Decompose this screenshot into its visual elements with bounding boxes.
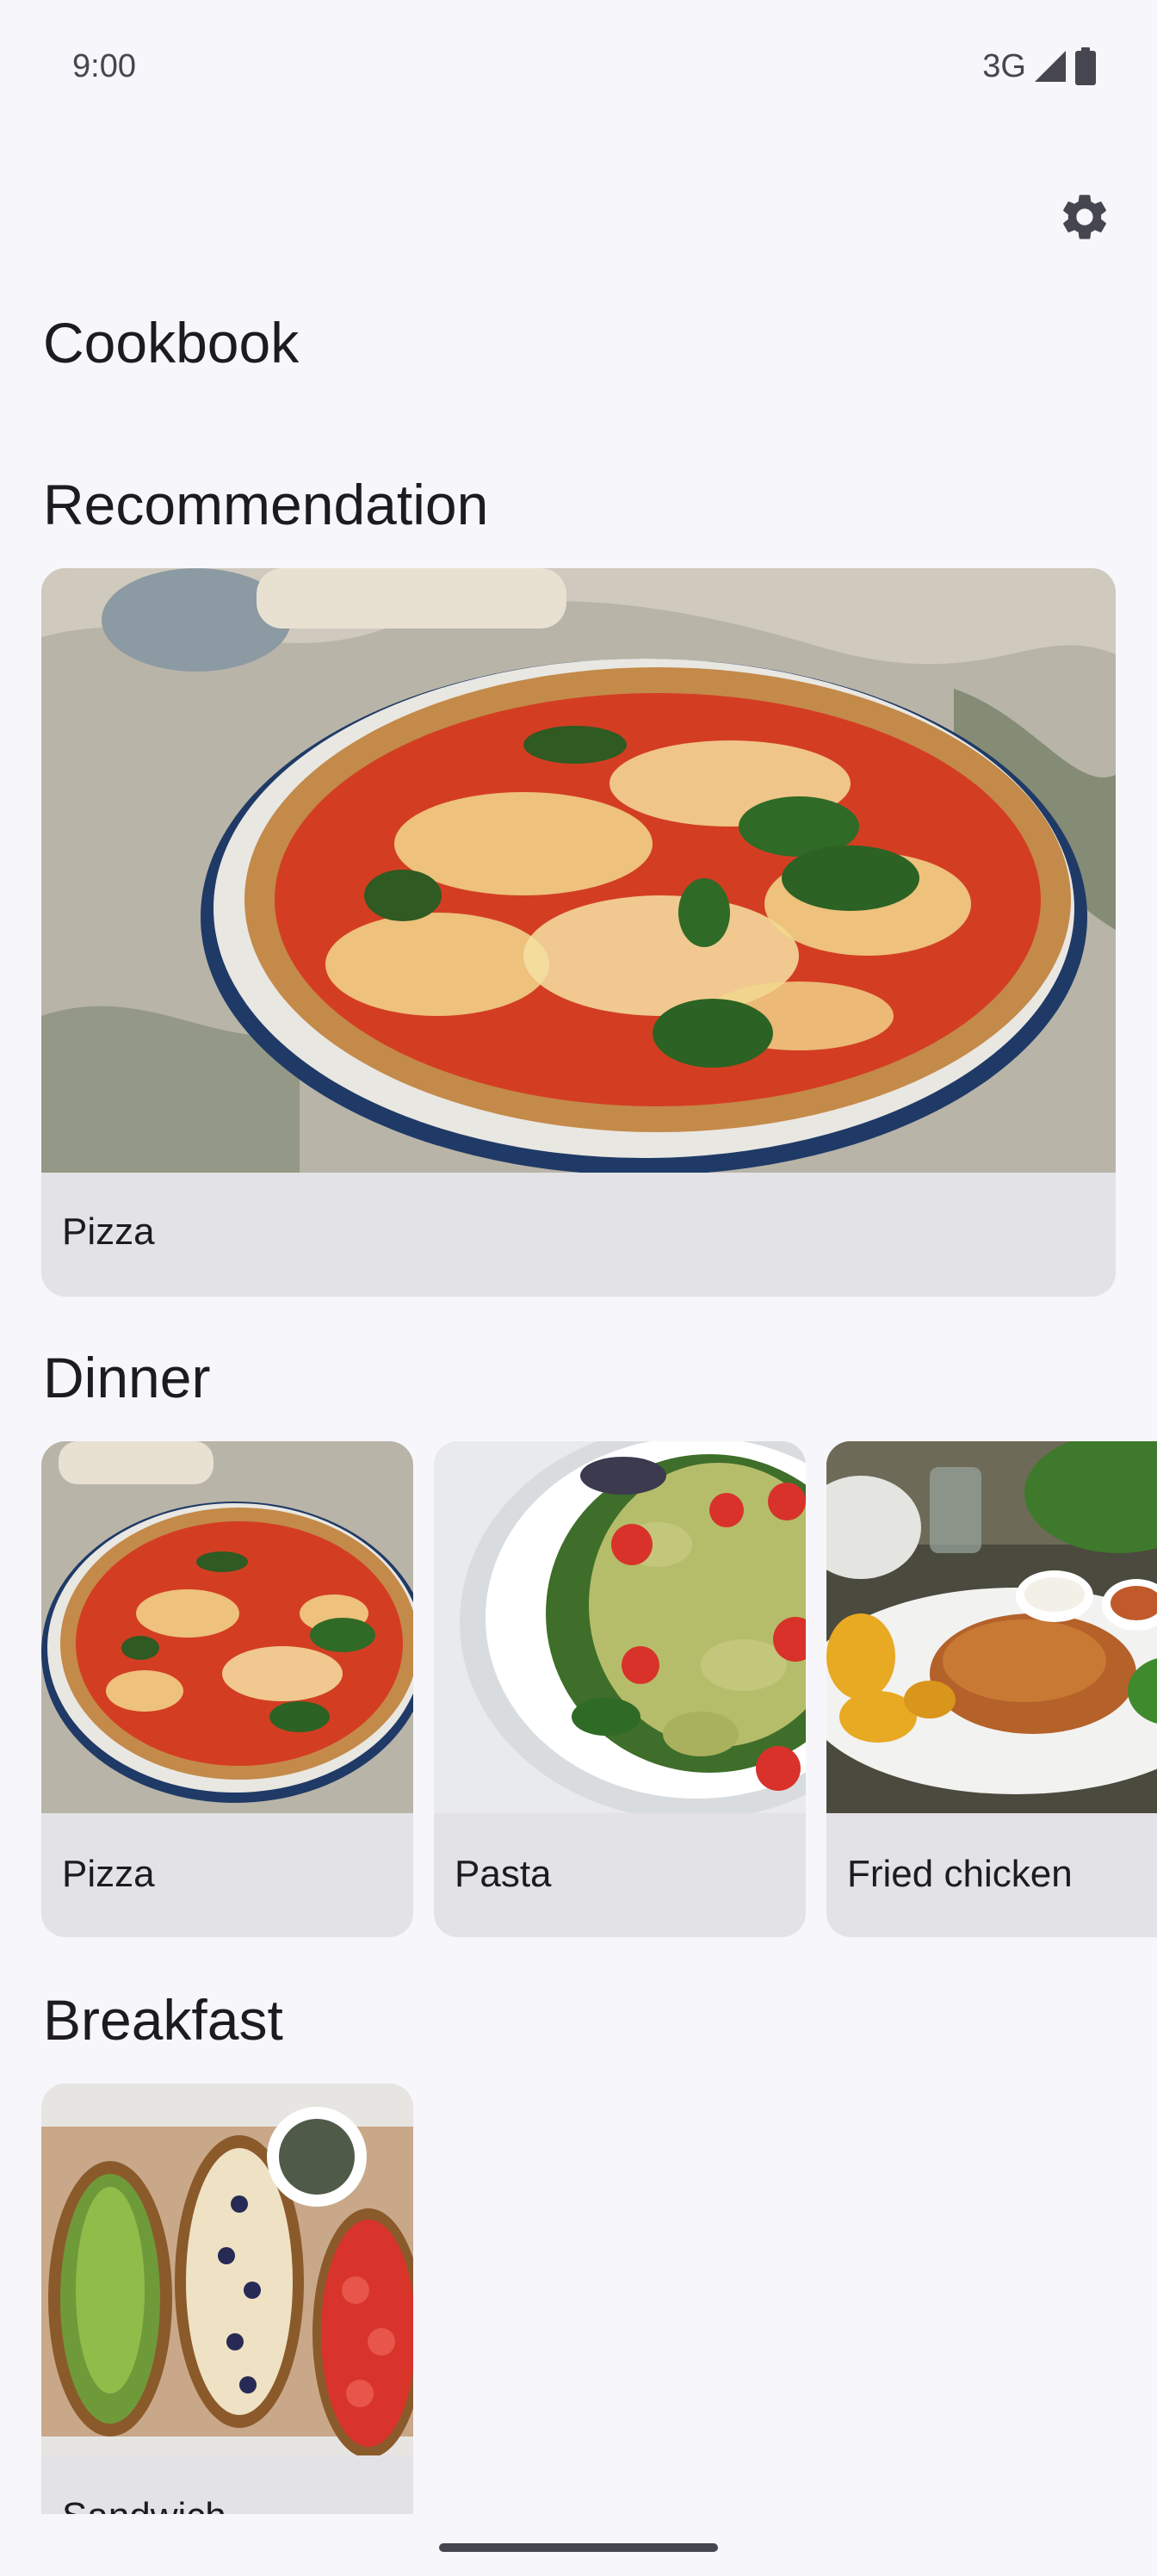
recipe-label: Pizza [62, 1211, 155, 1253]
recipe-label: Pizza [62, 1853, 155, 1895]
recipe-image-pizza [41, 568, 1116, 1173]
recipe-card-fried-chicken[interactable]: Fried chicken [826, 1441, 1157, 1937]
recipe-image-sandwich [41, 2084, 413, 2455]
section-title-breakfast: Breakfast [43, 1988, 283, 2052]
recipe-image-pasta [434, 1441, 806, 1813]
recipe-card-pizza[interactable]: Pizza [41, 1441, 413, 1937]
recipe-label: Pasta [455, 1853, 552, 1895]
signal-icon [1035, 51, 1066, 82]
recipe-image-pizza [41, 1441, 413, 1813]
breakfast-list-clip: Sandwich [41, 2084, 413, 2514]
recipe-card-sandwich[interactable]: Sandwich [41, 2084, 413, 2514]
gear-icon [1063, 195, 1106, 239]
network-type: 3G [982, 47, 1026, 84]
section-title-recommendation: Recommendation [43, 473, 489, 536]
status-bar: 9:00 3G [0, 0, 1157, 138]
settings-button[interactable] [1054, 186, 1116, 248]
status-icons: 3G [982, 45, 1097, 88]
page-title: Cookbook [43, 311, 300, 375]
status-time: 9:00 [72, 48, 136, 84]
battery-icon [1075, 47, 1096, 85]
section-title-dinner: Dinner [43, 1346, 211, 1409]
recipe-card-pizza[interactable]: Pizza [41, 568, 1116, 1297]
recipe-label: Sandwich [62, 2495, 226, 2514]
home-indicator[interactable] [439, 2543, 718, 2552]
recipe-card-pasta[interactable]: Pasta [434, 1441, 806, 1937]
recipe-image-fried-chicken [826, 1441, 1157, 1813]
recipe-label: Fried chicken [847, 1853, 1073, 1895]
